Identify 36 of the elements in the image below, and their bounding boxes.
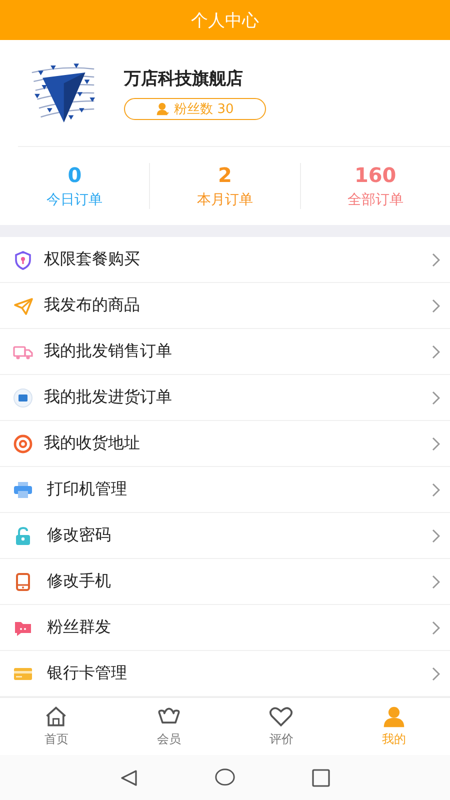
menu-item[interactable]: 我的收货地址 [0,421,450,467]
menu-item[interactable]: 权限套餐购买 [0,237,450,283]
chevron-right-icon [432,528,440,542]
tab[interactable]: 首页 [0,698,112,755]
person-icon [156,102,170,116]
chevron-right-icon [432,298,440,312]
menu-item[interactable]: 粉丝群发 [0,605,450,651]
chevron-right-icon [432,390,440,404]
recents-icon [311,768,331,788]
menu-item[interactable]: 我发布的商品 [0,283,450,329]
shield-icon [13,250,33,270]
chevron-right-icon [432,620,440,634]
menu-item[interactable]: 修改手机 [0,559,450,605]
chevron-right-icon [432,666,440,680]
menu-item[interactable]: 我的批发进货订单 [0,375,450,421]
chevron-right-icon [432,574,440,588]
back-icon [119,768,139,788]
chevron-right-icon [432,436,440,450]
tab[interactable]: 会员 [112,698,225,755]
chevron-right-icon [432,252,440,266]
paper-plane-icon [13,296,33,316]
padlock-icon [13,526,33,546]
page-title: 个人中心 [191,10,259,32]
menu-item[interactable]: 修改密码 [0,513,450,559]
printer-icon [13,480,33,500]
menu-item[interactable]: 打印机管理 [0,467,450,513]
chevron-right-icon [432,482,440,496]
fans-badge: 粉丝数 30 [124,98,266,120]
store-name: 万店科技旗舰店 [124,68,244,90]
chevron-right-icon [432,344,440,358]
phone-icon [13,572,33,592]
home-circle-icon [214,768,236,788]
location-pin-icon [13,434,33,454]
heart-icon [268,705,294,729]
tab[interactable]: 评价 [225,698,338,755]
menu-item[interactable]: 我的批发销售订单 [0,329,450,375]
